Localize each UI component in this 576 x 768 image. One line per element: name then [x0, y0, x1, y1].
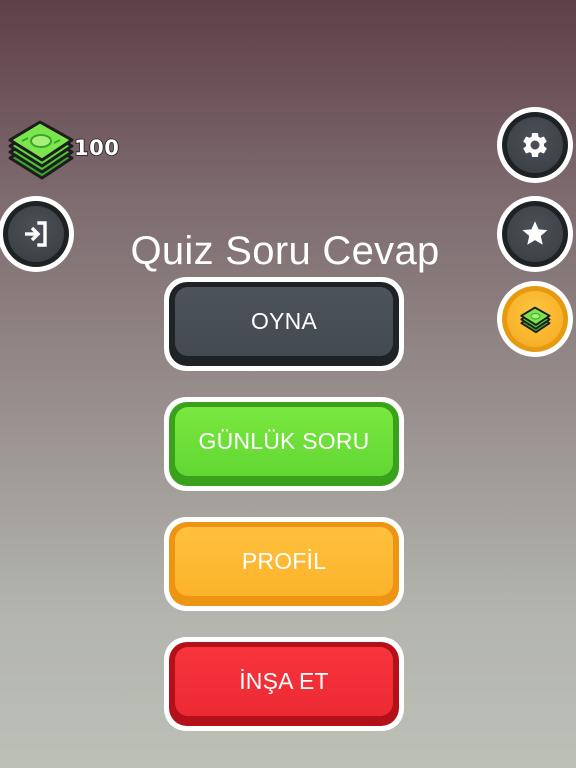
shop-button[interactable]	[497, 281, 573, 357]
daily-question-button-label: GÜNLÜK SORU	[198, 428, 370, 454]
build-button-label: İNŞA ET	[239, 668, 329, 694]
build-button[interactable]: İNŞA ET	[164, 637, 404, 731]
money-count: 100	[73, 135, 120, 161]
money-display: 100	[4, 114, 124, 184]
cash-icon	[520, 306, 551, 334]
play-button[interactable]: OYNA	[164, 277, 404, 371]
game-title: Quiz Soru Cevap	[130, 229, 440, 273]
cash-stack-icon	[8, 120, 74, 180]
daily-question-button[interactable]: GÜNLÜK SORU	[164, 397, 404, 491]
profile-button[interactable]: PROFİL	[164, 517, 404, 611]
settings-button[interactable]	[497, 107, 573, 183]
profile-button-label: PROFİL	[241, 548, 327, 574]
gear-icon	[523, 132, 547, 157]
play-button-label: OYNA	[251, 308, 317, 334]
